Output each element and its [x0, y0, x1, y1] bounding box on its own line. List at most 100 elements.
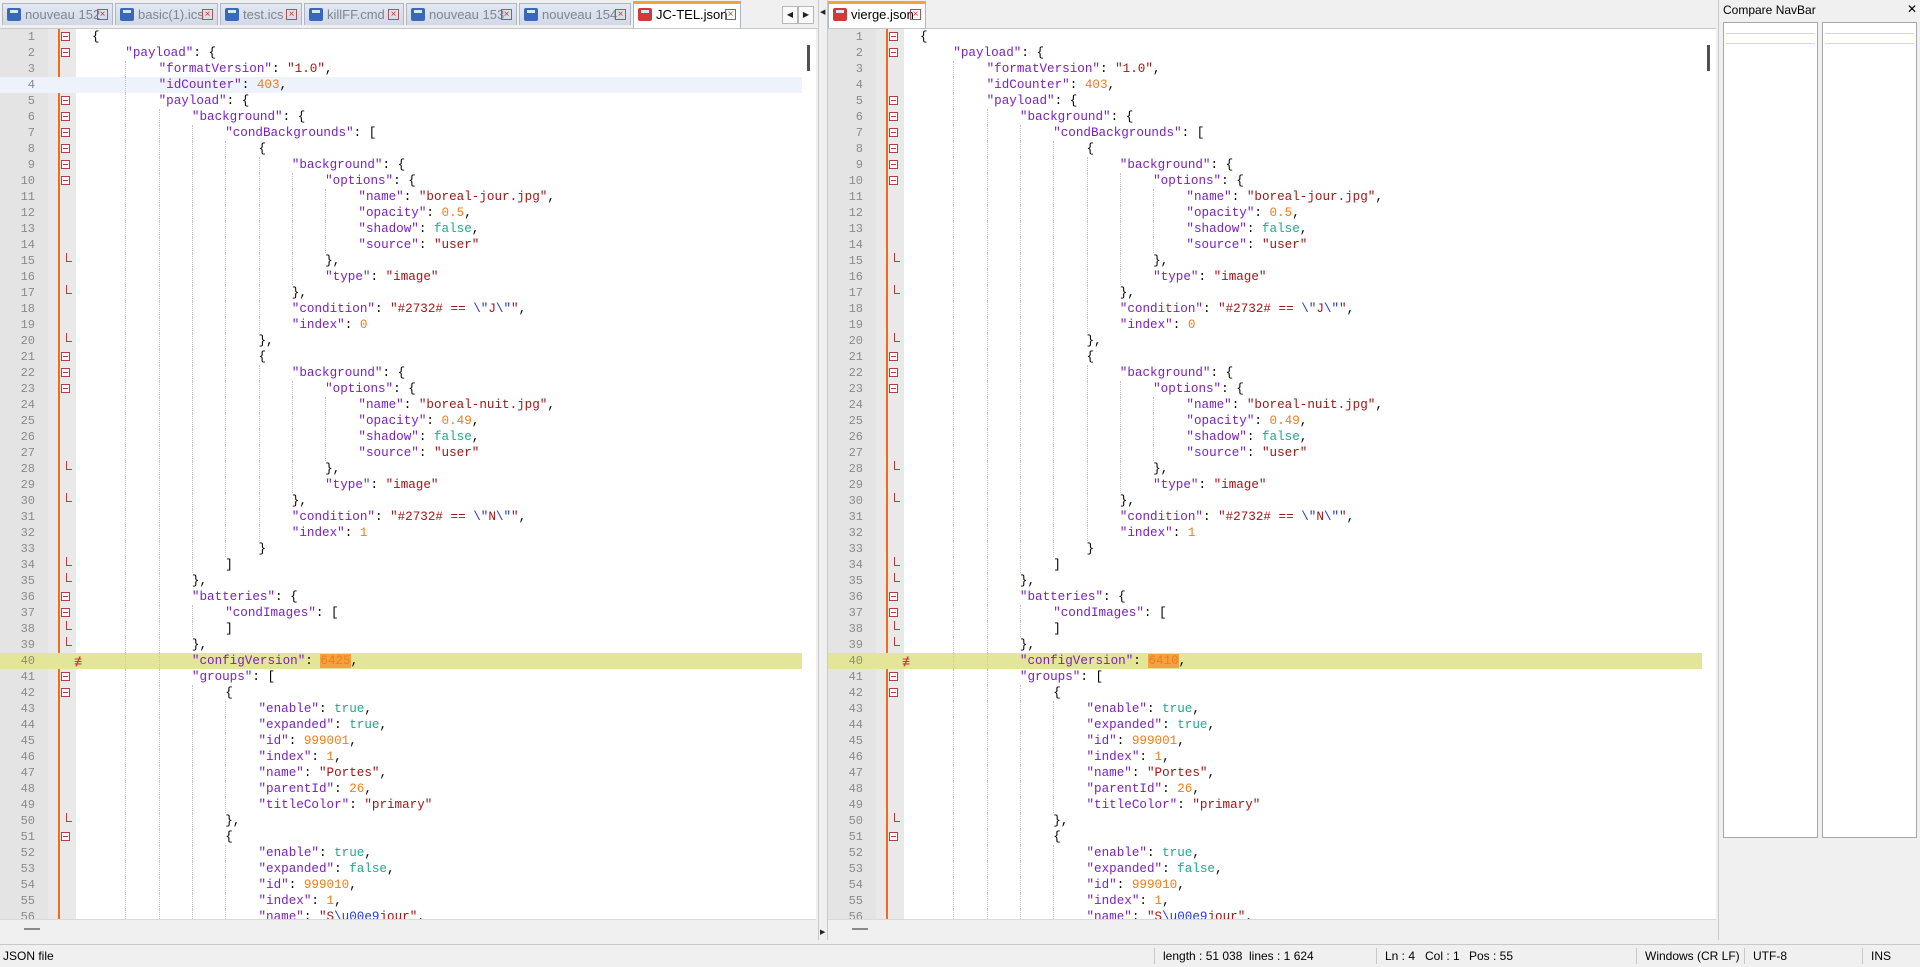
code-line[interactable]: 37 "condImages": [ — [828, 605, 1716, 621]
right-editor[interactable]: 1{2 "payload": {3 "formatVersion": "1.0", 4… — [828, 29, 1716, 938]
left-editor[interactable]: 1{2 "payload": {3 "formatVersion": "1.0", 4… — [0, 29, 816, 938]
fold-toggle-icon[interactable] — [889, 352, 898, 361]
code-line[interactable]: 15}, — [0, 253, 816, 269]
code-line[interactable]: 13 "shadow": false, — [0, 221, 816, 237]
code-line[interactable]: 21 { — [828, 349, 1716, 365]
code-line[interactable]: 46 "index": 1, — [828, 749, 1716, 765]
code-line[interactable]: 23 "options": { — [828, 381, 1716, 397]
tab-jc-tel-json[interactable]: JC-TEL.json × — [633, 1, 741, 28]
fold-toggle-icon[interactable] — [889, 96, 898, 105]
code-line[interactable]: 14 "source": "user" — [828, 237, 1716, 253]
code-line[interactable]: 1{ — [0, 29, 816, 45]
code-line[interactable]: 53 "expanded": false, — [0, 861, 816, 877]
code-line[interactable]: 13 "shadow": false, — [828, 221, 1716, 237]
code-line[interactable]: 52 "enable": true, — [0, 845, 816, 861]
code-line[interactable]: 26 "shadow": false, — [828, 429, 1716, 445]
code-line[interactable]: 54 "id": 999010, — [0, 877, 816, 893]
fold-toggle-icon[interactable] — [61, 112, 70, 121]
code-line[interactable]: 4 "idCounter": 403, — [0, 77, 816, 93]
code-line[interactable]: 55 "index": 1, — [0, 893, 816, 909]
fold-toggle-icon[interactable] — [889, 592, 898, 601]
code-line[interactable]: 27 "source": "user" — [0, 445, 816, 461]
fold-toggle-icon[interactable] — [61, 368, 70, 377]
fold-toggle-icon[interactable] — [61, 672, 70, 681]
code-line[interactable]: 18 "condition": "#2732# == \"J\"", — [0, 301, 816, 317]
scroll-thumb[interactable] — [1707, 45, 1710, 71]
code-line[interactable]: 38] — [0, 621, 816, 637]
fold-toggle-icon[interactable] — [61, 832, 70, 841]
tab-test-ics[interactable]: test.ics × — [220, 3, 302, 25]
code-line[interactable]: 5 "payload": { — [828, 93, 1716, 109]
fold-toggle-icon[interactable] — [61, 176, 70, 185]
code-line[interactable]: 40 ≢ "configVersion": 6410, — [828, 653, 1716, 669]
code-line[interactable]: 35}, — [0, 573, 816, 589]
code-line[interactable]: 3 "formatVersion": "1.0", — [0, 61, 816, 77]
code-line[interactable]: 6 "background": { — [0, 109, 816, 125]
close-tab-icon[interactable]: × — [286, 9, 297, 20]
code-line[interactable]: 47 "name": "Portes", — [0, 765, 816, 781]
code-line[interactable]: 6 "background": { — [828, 109, 1716, 125]
fold-toggle-icon[interactable] — [61, 688, 70, 697]
fold-toggle-icon[interactable] — [61, 144, 70, 153]
code-line[interactable]: 10 "options": { — [828, 173, 1716, 189]
code-line[interactable]: 2 "payload": { — [828, 45, 1716, 61]
code-line[interactable]: 31 "condition": "#2732# == \"N\"", — [0, 509, 816, 525]
code-line[interactable]: 39}, — [0, 637, 816, 653]
code-line[interactable]: 11 "name": "boreal-jour.jpg", — [0, 189, 816, 205]
code-line[interactable]: 5 "payload": { — [0, 93, 816, 109]
code-line[interactable]: 54 "id": 999010, — [828, 877, 1716, 893]
code-line[interactable]: 48 "parentId": 26, — [828, 781, 1716, 797]
close-tab-icon[interactable]: × — [388, 9, 399, 20]
fold-toggle-icon[interactable] — [889, 384, 898, 393]
code-line[interactable]: 19 "index": 0 — [828, 317, 1716, 333]
fold-toggle-icon[interactable] — [61, 608, 70, 617]
code-line[interactable]: 4 "idCounter": 403, — [828, 77, 1716, 93]
scroll-thumb[interactable] — [852, 928, 868, 930]
fold-toggle-icon[interactable] — [61, 352, 70, 361]
code-line[interactable]: 32 "index": 1 — [0, 525, 816, 541]
code-line[interactable]: 44 "expanded": true, — [828, 717, 1716, 733]
scroll-thumb[interactable] — [807, 45, 810, 71]
navbar-left-map[interactable] — [1723, 22, 1818, 838]
code-line[interactable]: 29 "type": "image" — [0, 477, 816, 493]
code-line[interactable]: 9 "background": { — [828, 157, 1716, 173]
code-line[interactable]: 50}, — [828, 813, 1716, 829]
code-line[interactable]: 33} — [0, 541, 816, 557]
horizontal-scrollbar[interactable] — [0, 919, 816, 938]
code-line[interactable]: 53 "expanded": false, — [828, 861, 1716, 877]
fold-toggle-icon[interactable] — [889, 112, 898, 121]
code-line[interactable]: 49 "titleColor": "primary" — [828, 797, 1716, 813]
code-line[interactable]: 22 "background": { — [0, 365, 816, 381]
fold-toggle-icon[interactable] — [889, 128, 898, 137]
code-line[interactable]: 41 "groups": [ — [828, 669, 1716, 685]
code-line[interactable]: 25 "opacity": 0.49, — [0, 413, 816, 429]
fold-toggle-icon[interactable] — [889, 48, 898, 57]
close-tab-icon[interactable]: × — [910, 9, 921, 20]
code-line[interactable]: 10 "options": { — [0, 173, 816, 189]
horizontal-scrollbar[interactable] — [828, 919, 1716, 938]
code-line[interactable]: 3 "formatVersion": "1.0", — [828, 61, 1716, 77]
tab-nouveau-154[interactable]: nouveau 154 × — [519, 3, 631, 25]
code-line[interactable]: 51 { — [828, 829, 1716, 845]
code-line[interactable]: 18 "condition": "#2732# == \"J\"", — [828, 301, 1716, 317]
code-line[interactable]: 17}, — [828, 285, 1716, 301]
fold-toggle-icon[interactable] — [61, 48, 70, 57]
code-line[interactable]: 40 ≢ "configVersion": 6425, — [0, 653, 816, 669]
tab-killff-cmd[interactable]: killFF.cmd × — [304, 3, 404, 25]
close-icon[interactable]: ✕ — [1907, 2, 1917, 16]
fold-toggle-icon[interactable] — [61, 160, 70, 169]
fold-toggle-icon[interactable] — [889, 832, 898, 841]
code-line[interactable]: 21 { — [0, 349, 816, 365]
code-line[interactable]: 23 "options": { — [0, 381, 816, 397]
fold-toggle-icon[interactable] — [889, 144, 898, 153]
code-line[interactable]: 38] — [828, 621, 1716, 637]
code-line[interactable]: 44 "expanded": true, — [0, 717, 816, 733]
code-line[interactable]: 20}, — [0, 333, 816, 349]
code-line[interactable]: 7 "condBackgrounds": [ — [828, 125, 1716, 141]
code-line[interactable]: 55 "index": 1, — [828, 893, 1716, 909]
code-line[interactable]: 33} — [828, 541, 1716, 557]
code-line[interactable]: 12 "opacity": 0.5, — [0, 205, 816, 221]
code-line[interactable]: 31 "condition": "#2732# == \"N\"", — [828, 509, 1716, 525]
tab-vierge-json[interactable]: vierge.json × — [828, 1, 926, 28]
code-line[interactable]: 46 "index": 1, — [0, 749, 816, 765]
